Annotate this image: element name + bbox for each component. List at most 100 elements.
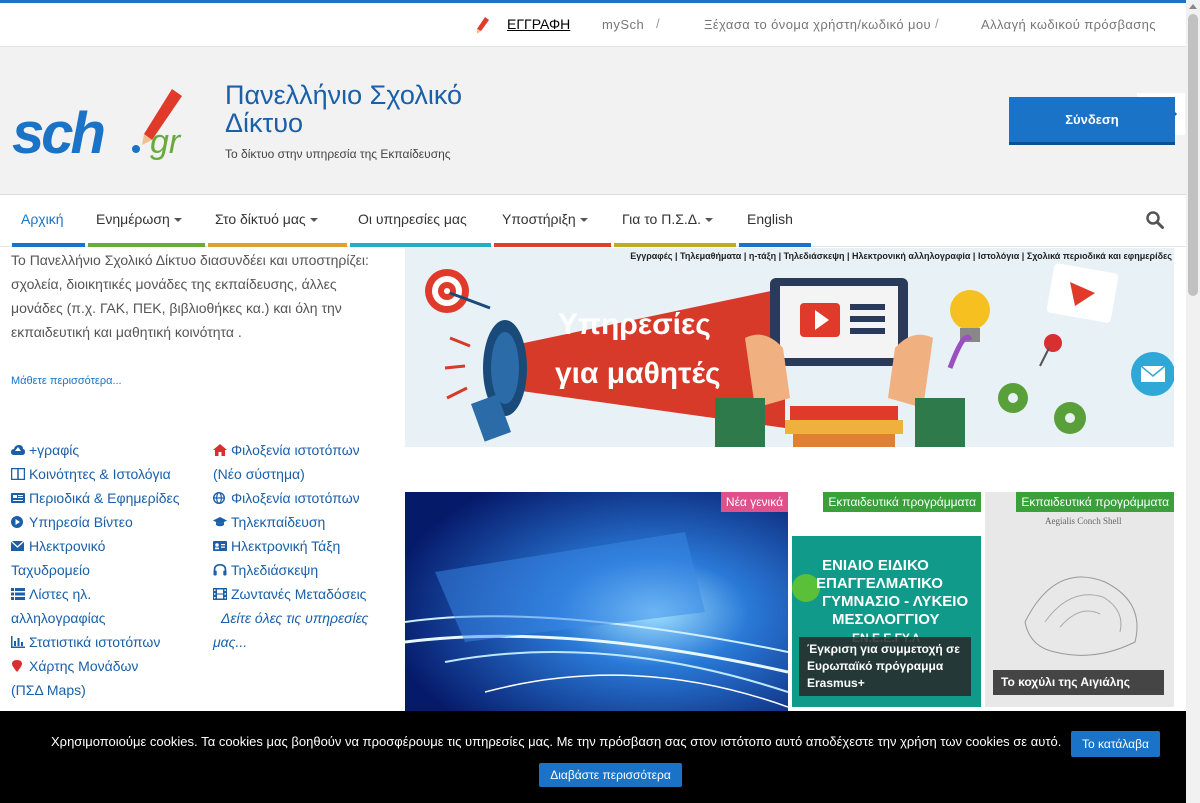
list-icon [11, 588, 25, 600]
nav-home[interactable]: Αρχική [21, 211, 64, 227]
nav-about[interactable]: Για το Π.Σ.Δ. [622, 211, 713, 227]
service-link-statistics[interactable]: Στατιστικά ιστοτόπων [11, 630, 206, 654]
service-link-teleconference[interactable]: Τηλεδιάσκεψη [213, 558, 393, 582]
tile-image-text: Aegialis Conch Shell [1045, 516, 1122, 526]
news-caption[interactable]: Έγκριση για συμμετοχή σε Ευρωπαϊκό πρόγρ… [799, 637, 971, 696]
cookie-read-more-button[interactable]: Διαβάστε περισσότερα [539, 763, 682, 787]
headphones-icon [213, 564, 227, 576]
nav-label: Για το Π.Σ.Δ. [622, 211, 701, 227]
category-tag[interactable]: Εκπαιδευτικά προγράμματα [1016, 492, 1174, 512]
film-icon [213, 588, 227, 600]
service-link-periodicals[interactable]: Περιοδικά & Εφημερίδες [11, 486, 206, 510]
service-link-map[interactable]: (ΠΣΔ Maps) [11, 678, 206, 702]
pencil-icon [477, 17, 489, 34]
service-link-live[interactable]: Ζωντανές Μεταδόσεις [213, 582, 393, 606]
services-list-right: Φιλοξενία ιστοτόπων (Νέο σύστημα) Φιλοξε… [213, 438, 393, 654]
nav-underline [350, 243, 491, 247]
service-label: Φιλοξενία ιστοτόπων [231, 490, 360, 506]
intro-text: Το Πανελλήνιο Σχολικό Δίκτυο διασυνδέει … [11, 252, 369, 340]
banner-title-line1: Υπηρεσίες [558, 308, 711, 341]
nav-underline [739, 243, 811, 247]
all-services-link[interactable]: μας... [213, 630, 393, 654]
service-label: (ΠΣΔ Maps) [11, 682, 86, 698]
news-caption[interactable]: Το κοχύλι της Αιγιάλης [993, 670, 1164, 695]
site-header: sch gr Πανελλήνιο Σχολικό Δίκτυο Το δίκτ… [0, 47, 1186, 195]
service-label: αλληλογραφίας [11, 610, 106, 626]
cookie-consent-bar: Χρησιμοποιούμε cookies. Τα cookies μας β… [0, 711, 1200, 803]
nav-underline [614, 243, 736, 247]
tile-image [405, 492, 788, 711]
id-card-icon [213, 541, 227, 551]
nav-label: Υποστήριξη [502, 211, 576, 227]
nav-label: Αρχική [21, 211, 64, 227]
bar-chart-icon [11, 636, 25, 648]
news-tile[interactable]: Νέα γενικά [405, 492, 788, 711]
service-label: +γραφίς [29, 442, 80, 458]
tile-image-text: ΜΕΣΟΛΟΓΓΙΟΥ [832, 611, 940, 628]
service-link-mailing-lists[interactable]: Λίστες ηλ. [11, 582, 206, 606]
nav-underline [12, 243, 85, 247]
nav-news[interactable]: Ενημέρωση [96, 211, 182, 227]
nav-english[interactable]: English [747, 211, 793, 227]
news-tile[interactable]: Aegialis Conch Shell Εκπαιδευτικά προγρά… [985, 492, 1174, 707]
nav-label: Ενημέρωση [96, 211, 170, 227]
learn-more-link[interactable]: Μάθετε περισσότερα... [11, 375, 122, 387]
sch-gr-logo[interactable]: sch gr [12, 85, 212, 161]
nav-support[interactable]: Υποστήριξη [502, 211, 588, 227]
service-link-mailing-lists[interactable]: αλληλογραφίας [11, 606, 206, 630]
service-label: Τηλεδιάσκεψη [231, 562, 319, 578]
service-label: Δείτε όλες τις υπηρεσίες [221, 610, 369, 626]
service-link-communities[interactable]: Κοινότητες & Ιστολόγια [11, 462, 206, 486]
nav-label: Οι υπηρεσίες μας [358, 211, 467, 227]
scrollbar-thumb[interactable] [1188, 14, 1198, 296]
service-link-eclass[interactable]: Ηλεκτρονική Τάξη [213, 534, 393, 558]
nav-services[interactable]: Οι υπηρεσίες μας [358, 211, 467, 227]
separator: / [935, 16, 939, 31]
banner-illustration: Υπηρεσίες για μαθητές [405, 248, 1174, 447]
cookie-accept-button[interactable]: Το κατάλαβα [1071, 731, 1160, 757]
service-label: Τηλεκπαίδευση [231, 514, 326, 530]
banner-services-strip: Εγγραφές | Τηλεμαθήματα | η-τάξη | Τηλεδ… [630, 251, 1172, 261]
columns-icon [11, 468, 25, 480]
service-link-hosting-new[interactable]: (Νέο σύστημα) [213, 462, 393, 486]
category-tag[interactable]: Νέα γενικά [720, 492, 788, 512]
service-link-email[interactable]: Ταχυδρομείο [11, 558, 206, 582]
site-title[interactable]: Πανελλήνιο Σχολικό Δίκτυο [225, 81, 525, 137]
all-services-link[interactable]: Δείτε όλες τις υπηρεσίες [213, 606, 393, 630]
play-circle-icon [11, 516, 23, 528]
mysch-link[interactable]: mySch [602, 17, 644, 32]
login-button[interactable]: Σύνδεση [1009, 97, 1175, 145]
service-label: μας... [213, 634, 248, 650]
service-link-grafis[interactable]: +γραφίς [11, 438, 206, 462]
service-link-elearning[interactable]: Τηλεκπαίδευση [213, 510, 393, 534]
service-link-hosting-new[interactable]: Φιλοξενία ιστοτόπων [213, 438, 393, 462]
page-scrollbar[interactable] [1186, 0, 1200, 803]
scroll-up-icon[interactable] [1189, 4, 1197, 9]
home-icon [213, 444, 227, 456]
service-label: Λίστες ηλ. [29, 586, 92, 602]
nav-network[interactable]: Στο δίκτυό μας [215, 211, 318, 227]
globe-icon [213, 492, 225, 504]
category-tag[interactable]: Εκπαιδευτικά προγράμματα [823, 492, 981, 512]
svg-text:gr: gr [150, 123, 182, 161]
register-link[interactable]: ΕΓΓΡΑΦΗ [507, 16, 570, 32]
tile-image-text: ΓΥΜΝΑΣΙΟ - ΛΥΚΕΙΟ [822, 593, 968, 610]
service-link-hosting[interactable]: Φιλοξενία ιστοτόπων [213, 486, 393, 510]
nav-underline [494, 243, 611, 247]
forgot-credentials-link[interactable]: Ξέχασα το όνομα χρήστη/κωδικό μου [704, 17, 931, 32]
cookie-message: Χρησιμοποιούμε cookies. Τα cookies μας β… [51, 734, 1062, 749]
service-link-map[interactable]: Χάρτης Μονάδων [11, 654, 206, 678]
main-nav: Αρχική Ενημέρωση Στο δίκτυό μας Οι υπηρε… [0, 195, 1186, 247]
service-link-email[interactable]: Ηλεκτρονικό [11, 534, 206, 558]
search-icon[interactable] [1146, 211, 1164, 229]
site-subtitle: Το δίκτυο στην υπηρεσία της Εκπαίδευσης [225, 147, 451, 161]
change-password-link[interactable]: Αλλαγή κωδικού πρόσβασης [981, 17, 1156, 32]
student-services-banner[interactable]: Υπηρεσίες για μαθητές Εγγραφές | Τηλεμαθ… [405, 248, 1174, 447]
caret-down-icon [309, 218, 318, 223]
service-label: Ηλεκτρονικό [29, 538, 106, 554]
news-tile[interactable]: ΕΝΙΑΙΟ ΕΙΔΙΚΟ ΕΠΑΓΓΕΛΜΑΤΙΚΟ ΓΥΜΝΑΣΙΟ - Λ… [792, 492, 981, 707]
service-link-video[interactable]: Υπηρεσία Βίντεο [11, 510, 206, 534]
nav-label: English [747, 211, 793, 227]
services-list-left: +γραφίς Κοινότητες & Ιστολόγια Περιοδικά… [11, 438, 206, 702]
service-label: Υπηρεσία Βίντεο [29, 514, 133, 530]
